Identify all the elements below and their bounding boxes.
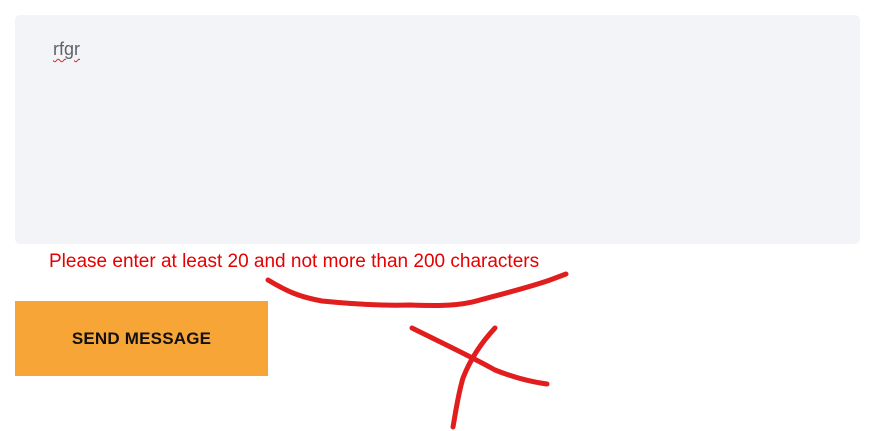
message-textarea[interactable]: rfgr [15, 15, 860, 244]
annotation-cross-stroke-b [450, 325, 498, 430]
send-message-label: SEND MESSAGE [71, 328, 212, 348]
message-text: rfgr [53, 39, 80, 59]
annotation-underline-stroke [265, 271, 569, 308]
validation-error-message: Please enter at least 20 and not more th… [49, 251, 540, 272]
send-message-button[interactable]: SEND MESSAGE [15, 301, 268, 376]
annotation-cross-stroke-a [409, 325, 550, 387]
